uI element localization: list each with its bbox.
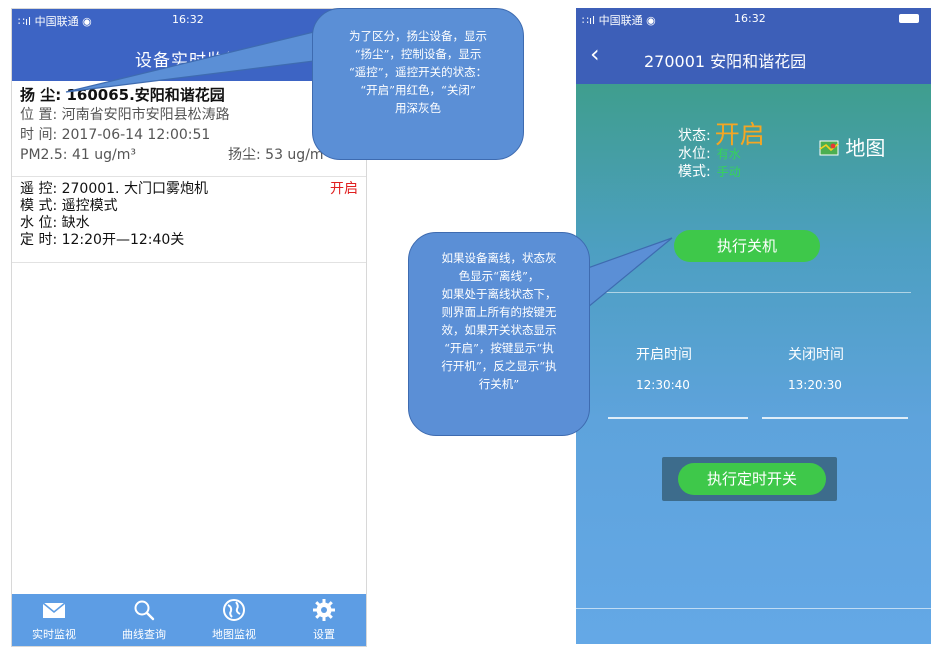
close-time-column: 关闭时间 13:20:30 <box>788 344 844 392</box>
status-label: 状态: <box>678 128 711 144</box>
battery-icon <box>899 14 919 23</box>
tab-map-monitor[interactable]: 地图监视 <box>194 598 274 642</box>
open-time-label: 开启时间 <box>636 347 692 363</box>
callout-line: “开启”用红色，“关闭” <box>360 83 476 97</box>
control-device-water: 水 位: 缺水 <box>20 215 90 231</box>
callout-line: “扬尘”，控制设备，显示 <box>354 47 482 61</box>
callout-line: “开启”，按键显示“执 <box>444 341 554 355</box>
back-chevron-icon[interactable]: ‹ <box>590 42 600 66</box>
callout-line: 如果设备离线，状态灰 <box>441 251 557 265</box>
control-device-card[interactable]: 遥 控: 270001. 大门口雾炮机 开启 模 式: 遥控模式 水 位: 缺水… <box>12 179 366 263</box>
status-time: 16:32 <box>734 12 766 25</box>
dust-device-location: 位 置: 河南省安阳市安阳县松涛路 <box>20 107 230 123</box>
callout-line: 色显示“离线”， <box>458 269 540 283</box>
control-device-name: 遥 控: 270001. 大门口雾炮机 <box>20 181 208 197</box>
page-title: 270001 安阳和谐花园 <box>644 52 807 71</box>
callout-line: 行开机”，反之显示“执 <box>441 359 557 373</box>
timer-switch-button[interactable]: 执行定时开关 <box>678 463 826 495</box>
search-icon <box>134 600 155 621</box>
pm25-value: PM2.5: 41 ug/m³ <box>20 147 136 163</box>
carrier-signal: ∷ıl 中国联通 ◉ <box>582 14 656 27</box>
envelope-icon <box>42 602 66 618</box>
water-value: 有水 <box>716 147 741 161</box>
divider <box>576 608 931 609</box>
annotation-callout-offline: 如果设备离线，状态灰 色显示“离线”， 如果处于离线状态下， 则界面上所有的按键… <box>408 232 590 436</box>
open-time-value[interactable]: 12:30:40 <box>636 378 692 392</box>
dust-readings: PM2.5: 41 ug/m³ 扬尘: 53 ug/m³ <box>20 145 358 165</box>
annotation-callout-labels: 为了区分，扬尘设备，显示 “扬尘”，控制设备，显示 “遥控”，遥控开关的状态： … <box>312 8 524 160</box>
mode-row: 模式: 手动 <box>678 163 765 181</box>
tab-bar: 实时监视 曲线查询 地图监视 设置 <box>12 594 366 646</box>
callout-line: 为了区分，扬尘设备，显示 <box>349 29 487 43</box>
open-time-slider[interactable] <box>608 417 748 419</box>
mode-value: 手动 <box>716 165 741 179</box>
callout-line: 则界面上所有的按键无 <box>441 305 557 319</box>
gear-icon <box>313 599 335 621</box>
dust-value: 扬尘: 53 ug/m³ <box>228 147 330 163</box>
status-bar: ∷ıl 中国联通 ◉ 16:32 <box>576 8 931 30</box>
tab-label: 设置 <box>313 628 335 641</box>
control-device-mode: 模 式: 遥控模式 <box>20 198 118 214</box>
dust-device-time: 时 间: 2017-06-14 12:00:51 <box>20 127 211 143</box>
control-status-badge: 开启 <box>330 181 358 197</box>
status-row: 状态: 开启 <box>678 122 765 147</box>
mode-label: 模式: <box>678 164 711 180</box>
device-status-block: 状态: 开启 水位: 有水 模式: 手动 <box>678 122 765 181</box>
tab-label: 地图监视 <box>212 628 256 641</box>
tab-label: 实时监视 <box>32 628 76 641</box>
close-time-value[interactable]: 13:20:30 <box>788 378 844 392</box>
tab-settings[interactable]: 设置 <box>284 598 364 642</box>
tab-label: 曲线查询 <box>122 628 166 641</box>
globe-icon <box>223 599 245 621</box>
map-button[interactable]: 地图 <box>819 132 885 161</box>
callout-line: “遥控”，遥控开关的状态： <box>348 65 488 79</box>
water-label: 水位: <box>678 146 711 162</box>
close-time-label: 关闭时间 <box>788 347 844 363</box>
nav-bar: ‹ 270001 安阳和谐花园 <box>576 30 931 84</box>
map-icon <box>819 140 839 156</box>
control-device-header: 遥 控: 270001. 大门口雾炮机 开启 <box>20 181 358 198</box>
tab-realtime[interactable]: 实时监视 <box>14 598 94 642</box>
callout-line: 效，如果开关状态显示 <box>441 323 557 337</box>
control-device-timer: 定 时: 12:20开—12:40关 <box>20 232 185 248</box>
tab-curve-query[interactable]: 曲线查询 <box>104 598 184 642</box>
callout-pointer <box>65 29 323 93</box>
open-time-column: 开启时间 12:30:40 <box>636 344 692 392</box>
callout-line: 行关机” <box>478 377 520 391</box>
callout-line: 用深灰色 <box>395 101 441 115</box>
callout-line: 如果处于离线状态下， <box>441 287 557 301</box>
close-time-slider[interactable] <box>762 417 908 419</box>
map-label: 地图 <box>845 136 886 160</box>
